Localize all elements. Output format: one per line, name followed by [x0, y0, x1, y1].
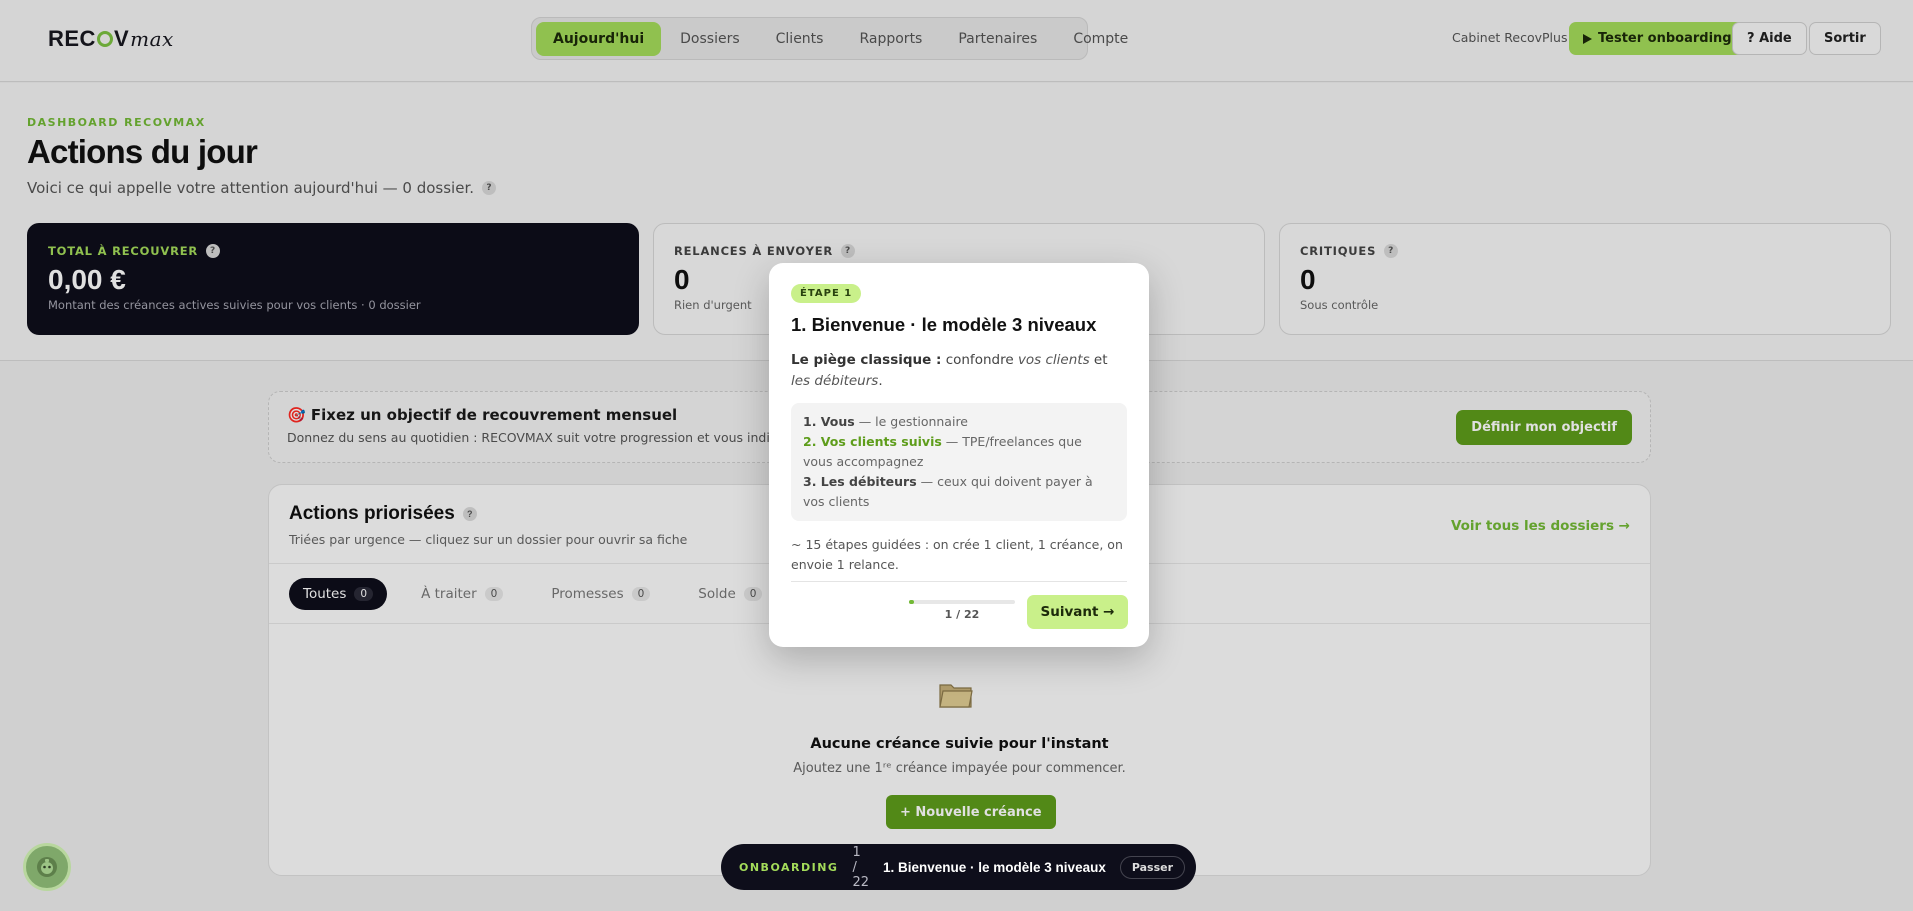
modal-intro: Le piège classique : confondre vos clien… [791, 352, 1108, 389]
skip-onboarding-button[interactable]: Passer [1119, 855, 1186, 879]
progress-fill [909, 600, 914, 604]
onboarding-modal: ÉTAPE 1 1. Bienvenue · le modèle 3 nivea… [769, 263, 1149, 647]
step-badge: ÉTAPE 1 [791, 284, 862, 303]
step-progress-text: 1 / 22 [944, 608, 980, 621]
onboarding-label: ONBOARDING [739, 860, 839, 874]
onboarding-step-title: 1. Bienvenue · le modèle 3 niveaux [883, 859, 1106, 875]
levels-box: 1. Vous — le gestionnaire 2. Vos clients… [791, 403, 1127, 521]
step-progress-bar [909, 600, 1015, 604]
level-item: 3. Les débiteurs — ceux qui doivent paye… [803, 474, 1093, 509]
onboarding-count: 1 / 22 [852, 844, 869, 890]
divider [791, 581, 1127, 582]
onboarding-bar[interactable]: ONBOARDING 1 / 22 1. Bienvenue · le modè… [721, 844, 1196, 890]
modal-note: ~ 15 étapes guidées : on crée 1 client, … [791, 537, 1123, 572]
robot-face-icon [37, 857, 57, 877]
level-item: 1. Vous — le gestionnaire [803, 414, 968, 429]
chatbot-icon[interactable] [23, 843, 71, 891]
modal-title: 1. Bienvenue · le modèle 3 niveaux [791, 314, 1097, 335]
next-step-button[interactable]: Suivant → [1027, 595, 1128, 629]
level-item: 2. Vos clients suivis — TPE/freelances q… [803, 434, 1082, 469]
